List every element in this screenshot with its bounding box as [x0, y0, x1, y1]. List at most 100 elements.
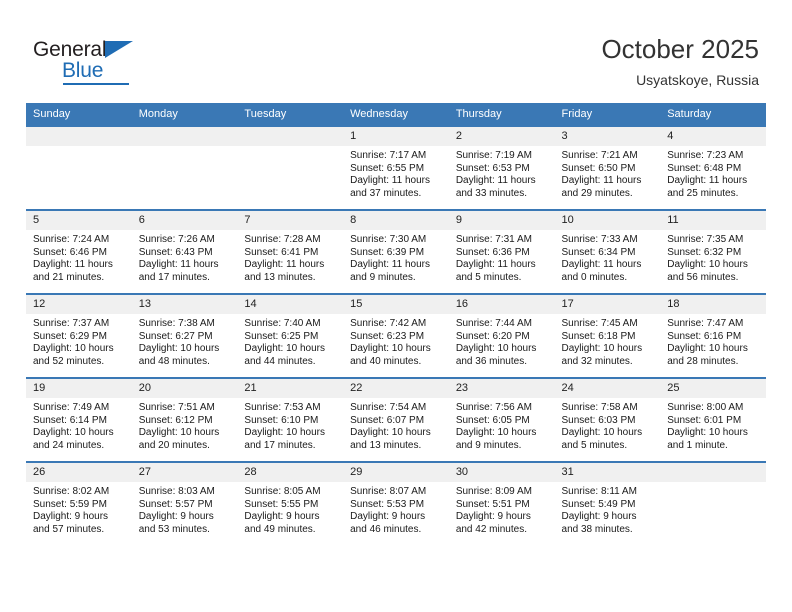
day-details: Sunrise: 7:56 AM Sunset: 6:05 PM Dayligh…: [449, 398, 555, 452]
daylight-line1: Daylight: 10 hours: [561, 343, 643, 355]
sunrise-text: Sunrise: 7:21 AM: [561, 150, 638, 161]
sunset-text: Sunset: 6:18 PM: [561, 330, 636, 342]
day-cell[interactable]: 3 Sunrise: 7:21 AM Sunset: 6:50 PM Dayli…: [554, 125, 661, 210]
sunrise-text: Sunrise: 8:03 AM: [138, 486, 215, 497]
day-details: Sunrise: 7:58 AM Sunset: 6:03 PM Dayligh…: [555, 398, 661, 452]
sunrise-text: Sunrise: 8:02 AM: [33, 486, 110, 497]
day-cell[interactable]: 10 Sunrise: 7:33 AM Sunset: 6:34 PM Dayl…: [554, 209, 661, 294]
sunset-text: Sunset: 5:59 PM: [33, 498, 107, 510]
day-details: Sunrise: 7:24 AM Sunset: 6:46 PM Dayligh…: [26, 230, 132, 284]
title-block: October 2025 Usyatskoye, Russia: [601, 33, 759, 90]
day-number: 5: [26, 211, 132, 230]
day-cell[interactable]: [26, 125, 132, 210]
calendar-table: Sunday Monday Tuesday Wednesday Thursday…: [26, 103, 766, 545]
day-number: 12: [26, 295, 132, 314]
day-cell[interactable]: 27 Sunrise: 8:03 AM Sunset: 5:57 PM Dayl…: [131, 461, 238, 545]
day-cell[interactable]: 4 Sunrise: 7:23 AM Sunset: 6:48 PM Dayli…: [660, 125, 766, 210]
day-number: 9: [448, 211, 555, 230]
day-cell[interactable]: 17 Sunrise: 7:45 AM Sunset: 6:18 PM Dayl…: [554, 293, 661, 378]
day-details: Sunrise: 7:19 AM Sunset: 6:53 PM Dayligh…: [449, 146, 555, 200]
day-details: Sunrise: 8:09 AM Sunset: 5:51 PM Dayligh…: [449, 482, 555, 536]
daylight-line2: and 56 minutes.: [667, 271, 739, 283]
day-cell[interactable]: 26 Sunrise: 8:02 AM Sunset: 5:59 PM Dayl…: [26, 461, 132, 545]
day-cell[interactable]: 19 Sunrise: 7:49 AM Sunset: 6:14 PM Dayl…: [26, 377, 132, 462]
day-cell[interactable]: 29 Sunrise: 8:07 AM Sunset: 5:53 PM Dayl…: [343, 461, 449, 545]
day-cell[interactable]: 25 Sunrise: 8:00 AM Sunset: 6:01 PM Dayl…: [660, 377, 766, 462]
day-cell[interactable]: 31 Sunrise: 8:11 AM Sunset: 5:49 PM Dayl…: [554, 461, 661, 545]
sunrise-text: Sunrise: 7:53 AM: [244, 402, 321, 413]
daylight-line1: Daylight: 10 hours: [138, 343, 220, 355]
daylight-line2: and 49 minutes.: [244, 523, 316, 535]
daylight-line2: and 9 minutes.: [350, 271, 416, 283]
day-number: 28: [237, 463, 344, 482]
sunrise-text: Sunrise: 7:45 AM: [561, 318, 638, 329]
sunrise-text: Sunrise: 7:49 AM: [33, 402, 110, 413]
day-number: 6: [131, 211, 238, 230]
day-cell[interactable]: 9 Sunrise: 7:31 AM Sunset: 6:36 PM Dayli…: [448, 209, 555, 294]
daylight-line1: Daylight: 11 hours: [667, 175, 748, 187]
day-details: Sunrise: 7:26 AM Sunset: 6:43 PM Dayligh…: [132, 230, 238, 284]
sunset-text: Sunset: 5:57 PM: [138, 498, 213, 510]
page-subtitle-location: Usyatskoye, Russia: [636, 72, 759, 88]
day-details: Sunrise: 7:33 AM Sunset: 6:34 PM Dayligh…: [555, 230, 661, 284]
day-cell[interactable]: 12 Sunrise: 7:37 AM Sunset: 6:29 PM Dayl…: [26, 293, 132, 378]
day-number: 16: [448, 295, 555, 314]
daylight-line1: Daylight: 9 hours: [561, 511, 637, 523]
calendar-body: 1 Sunrise: 7:17 AM Sunset: 6:55 PM Dayli…: [26, 125, 766, 545]
day-cell[interactable]: 2 Sunrise: 7:19 AM Sunset: 6:53 PM Dayli…: [448, 125, 555, 210]
day-cell[interactable]: 23 Sunrise: 7:56 AM Sunset: 6:05 PM Dayl…: [448, 377, 555, 462]
day-cell[interactable]: [660, 461, 766, 545]
sunset-text: Sunset: 5:55 PM: [244, 498, 319, 510]
day-number: 15: [343, 295, 449, 314]
day-number: 25: [660, 379, 766, 398]
sunrise-text: Sunrise: 7:51 AM: [138, 402, 215, 413]
day-number: 10: [554, 211, 661, 230]
weekday-header-sunday: Sunday: [26, 103, 132, 126]
sunset-text: Sunset: 6:05 PM: [455, 414, 530, 426]
day-cell[interactable]: 7 Sunrise: 7:28 AM Sunset: 6:41 PM Dayli…: [237, 209, 344, 294]
day-number: 8: [343, 211, 449, 230]
day-cell[interactable]: 22 Sunrise: 7:54 AM Sunset: 6:07 PM Dayl…: [343, 377, 449, 462]
day-cell[interactable]: 24 Sunrise: 7:58 AM Sunset: 6:03 PM Dayl…: [554, 377, 661, 462]
day-cell[interactable]: 1 Sunrise: 7:17 AM Sunset: 6:55 PM Dayli…: [343, 125, 449, 210]
day-details: Sunrise: 8:03 AM Sunset: 5:57 PM Dayligh…: [132, 482, 238, 536]
day-cell[interactable]: [237, 125, 344, 210]
day-details: Sunrise: 7:51 AM Sunset: 6:12 PM Dayligh…: [132, 398, 238, 452]
day-cell[interactable]: 11 Sunrise: 7:35 AM Sunset: 6:32 PM Dayl…: [660, 209, 766, 294]
calendar-week-row: 5 Sunrise: 7:24 AM Sunset: 6:46 PM Dayli…: [26, 209, 766, 294]
day-cell[interactable]: 13 Sunrise: 7:38 AM Sunset: 6:27 PM Dayl…: [131, 293, 238, 378]
sunrise-text: Sunrise: 7:38 AM: [138, 318, 215, 329]
day-cell[interactable]: 18 Sunrise: 7:47 AM Sunset: 6:16 PM Dayl…: [660, 293, 766, 378]
day-cell[interactable]: 6 Sunrise: 7:26 AM Sunset: 6:43 PM Dayli…: [131, 209, 238, 294]
daylight-line2: and 25 minutes.: [667, 187, 739, 199]
day-cell[interactable]: 14 Sunrise: 7:40 AM Sunset: 6:25 PM Dayl…: [237, 293, 344, 378]
weekday-header-wednesday: Wednesday: [343, 103, 449, 126]
daylight-line2: and 21 minutes.: [33, 271, 105, 283]
calendar-page: General Blue October 2025 Usyatskoye, Ru…: [0, 0, 792, 612]
day-cell[interactable]: 15 Sunrise: 7:42 AM Sunset: 6:23 PM Dayl…: [343, 293, 449, 378]
day-number: 31: [554, 463, 661, 482]
day-details: Sunrise: 7:23 AM Sunset: 6:48 PM Dayligh…: [660, 146, 766, 200]
day-number: [131, 127, 238, 146]
daylight-line1: Daylight: 9 hours: [33, 511, 109, 523]
daylight-line1: Daylight: 11 hours: [455, 175, 536, 187]
day-details: Sunrise: 7:30 AM Sunset: 6:39 PM Dayligh…: [343, 230, 449, 284]
daylight-line2: and 46 minutes.: [350, 523, 422, 535]
day-number: 14: [237, 295, 344, 314]
daylight-line2: and 40 minutes.: [350, 355, 422, 367]
day-cell[interactable]: 21 Sunrise: 7:53 AM Sunset: 6:10 PM Dayl…: [237, 377, 344, 462]
general-blue-logo[interactable]: General Blue: [33, 38, 153, 88]
logo-text-blue: Blue: [62, 59, 104, 82]
day-cell[interactable]: 30 Sunrise: 8:09 AM Sunset: 5:51 PM Dayl…: [448, 461, 555, 545]
sunrise-text: Sunrise: 7:58 AM: [561, 402, 638, 413]
day-cell[interactable]: 20 Sunrise: 7:51 AM Sunset: 6:12 PM Dayl…: [131, 377, 238, 462]
daylight-line1: Daylight: 11 hours: [350, 175, 430, 187]
day-cell[interactable]: 5 Sunrise: 7:24 AM Sunset: 6:46 PM Dayli…: [26, 209, 132, 294]
day-number: 11: [660, 211, 766, 230]
day-cell[interactable]: 28 Sunrise: 8:05 AM Sunset: 5:55 PM Dayl…: [237, 461, 344, 545]
sunrise-text: Sunrise: 7:40 AM: [244, 318, 321, 329]
day-cell[interactable]: 16 Sunrise: 7:44 AM Sunset: 6:20 PM Dayl…: [448, 293, 555, 378]
day-cell[interactable]: [131, 125, 238, 210]
day-cell[interactable]: 8 Sunrise: 7:30 AM Sunset: 6:39 PM Dayli…: [343, 209, 449, 294]
day-number: 7: [237, 211, 344, 230]
